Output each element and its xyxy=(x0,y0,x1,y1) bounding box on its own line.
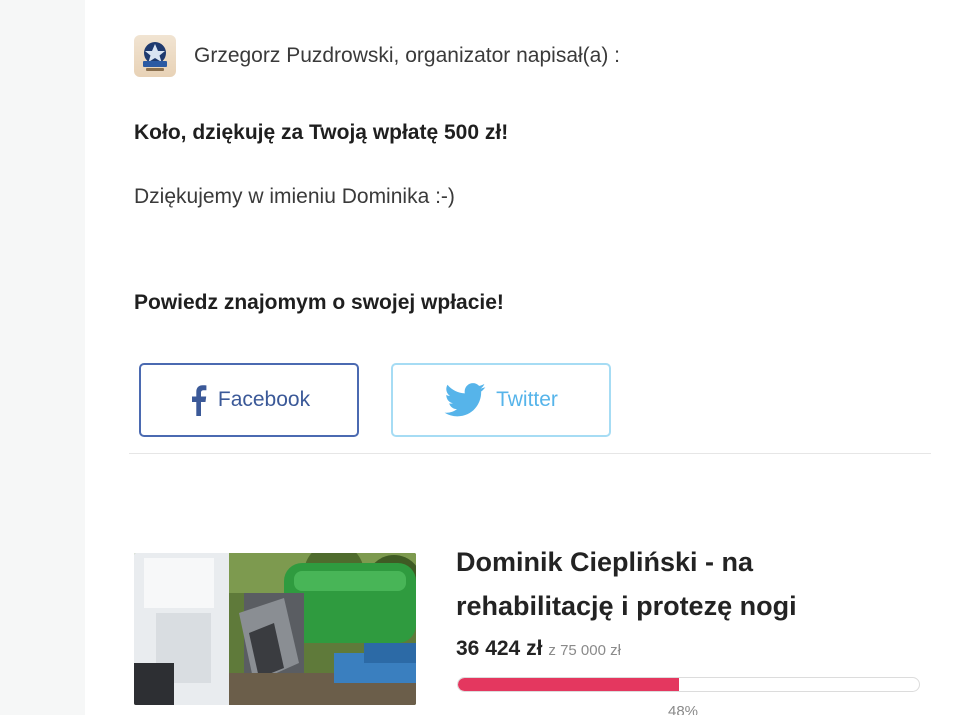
progress-percent: 48% xyxy=(668,703,699,715)
facebook-share-button[interactable]: Facebook xyxy=(139,363,359,437)
twitter-share-button[interactable]: Twitter xyxy=(391,363,611,437)
fundraiser-title[interactable]: Dominik Ciepliński - na rehabilitację i … xyxy=(456,540,876,628)
fundraiser-photo[interactable] xyxy=(134,553,416,705)
organization-logo-icon xyxy=(143,42,167,71)
message-panel: Grzegorz Puzdrowski, organizator napisał… xyxy=(85,0,961,715)
share-heading: Powiedz znajomym o swojej wpłacie! xyxy=(134,291,504,314)
section-divider xyxy=(129,453,931,454)
progress-fill xyxy=(458,678,680,691)
progress-bar xyxy=(457,677,920,692)
thank-you-message: Dziękujemy w imieniu Dominika :-) xyxy=(134,185,455,208)
thank-you-heading: Koło, dziękuję za Twoją wpłatę 500 zł! xyxy=(134,121,509,144)
facebook-icon xyxy=(191,385,207,416)
amount-raised: 36 424 zł xyxy=(456,637,543,660)
organizer-avatar xyxy=(134,35,176,77)
left-gutter xyxy=(0,0,85,715)
accident-truck-image xyxy=(134,553,416,705)
twitter-label: Twitter xyxy=(496,388,558,411)
author-row: Grzegorz Puzdrowski, organizator napisał… xyxy=(134,35,620,77)
author-line: Grzegorz Puzdrowski, organizator napisał… xyxy=(194,44,621,67)
amount-goal: z 75 000 zł xyxy=(548,642,621,659)
fundraiser-amount: 36 424 zł z 75 000 zł xyxy=(456,637,621,661)
twitter-icon xyxy=(444,383,486,417)
facebook-label: Facebook xyxy=(217,388,311,411)
